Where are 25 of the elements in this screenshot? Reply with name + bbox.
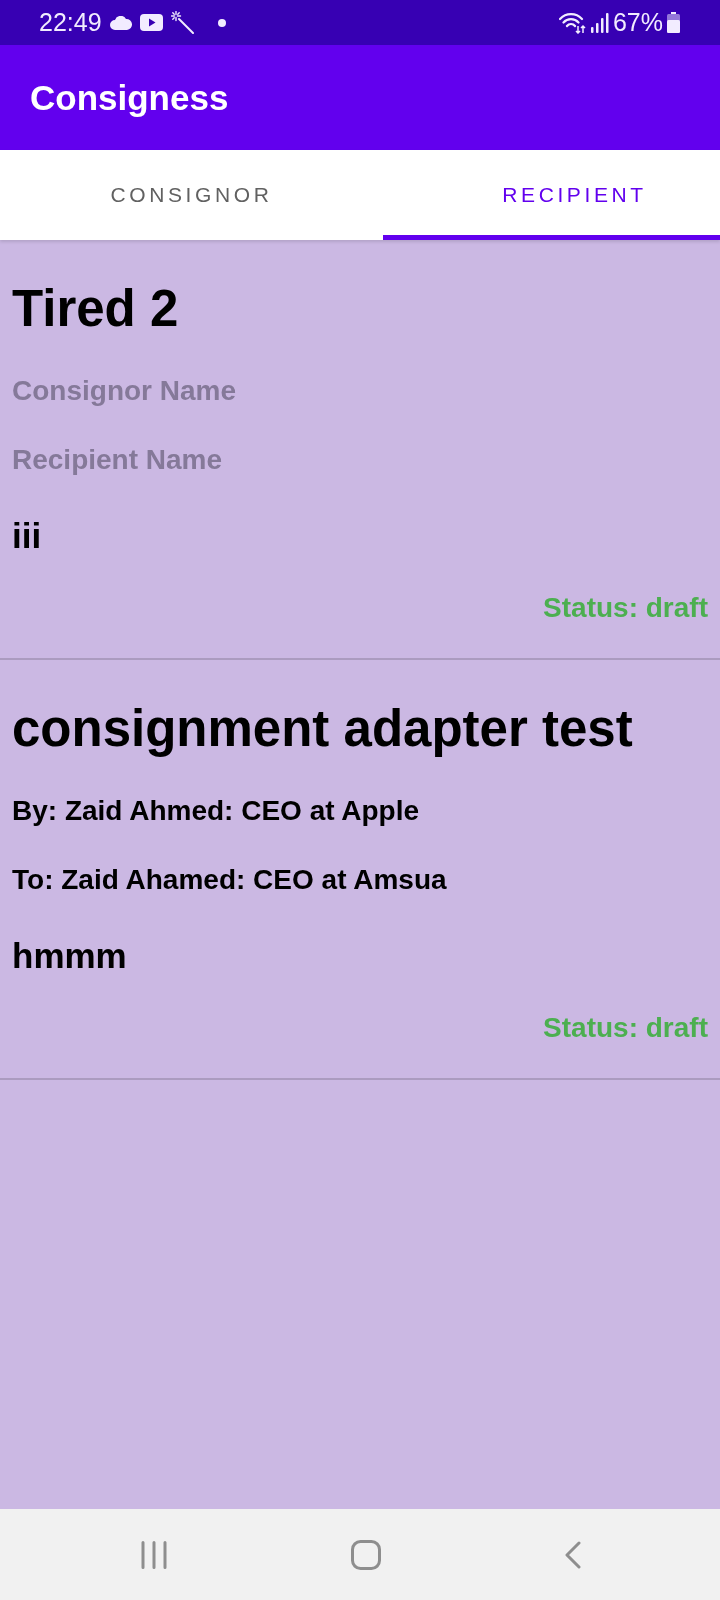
status-text: Status: draft [543, 1011, 708, 1045]
cloud-icon [109, 15, 132, 30]
clock-time: 22:49 [39, 10, 102, 35]
consignor-line: By: Zaid Ahmed: CEO at Apple [12, 795, 420, 826]
recent-apps-icon[interactable] [139, 1540, 168, 1569]
consignment-description: hmmm [12, 936, 127, 975]
consignment-title: consignment adapter test [12, 699, 634, 759]
recipient-hint: Recipient Name [12, 444, 223, 475]
app-title: Consigness [30, 80, 229, 115]
consignment-description: iii [12, 516, 42, 555]
home-icon[interactable] [350, 1539, 381, 1570]
consignment-title: Tired 2 [12, 279, 180, 339]
status-text: Status: draft [543, 591, 708, 625]
back-icon[interactable] [563, 1540, 581, 1569]
battery-percent: 67% [612, 10, 663, 35]
play-icon [139, 14, 163, 31]
tab[interactable]: RECIPIENT [383, 150, 720, 240]
magic-wand-icon [170, 11, 194, 34]
tab[interactable]: CONSIGNOR [0, 150, 383, 240]
signal-icon [590, 12, 609, 33]
battery-icon [667, 12, 680, 33]
dot-icon [217, 18, 226, 27]
consignor-hint: Consignor Name [12, 375, 237, 406]
wifi-icon [558, 11, 587, 34]
recipient-line: To: Zaid Ahamed: CEO at Amsua [12, 864, 447, 895]
